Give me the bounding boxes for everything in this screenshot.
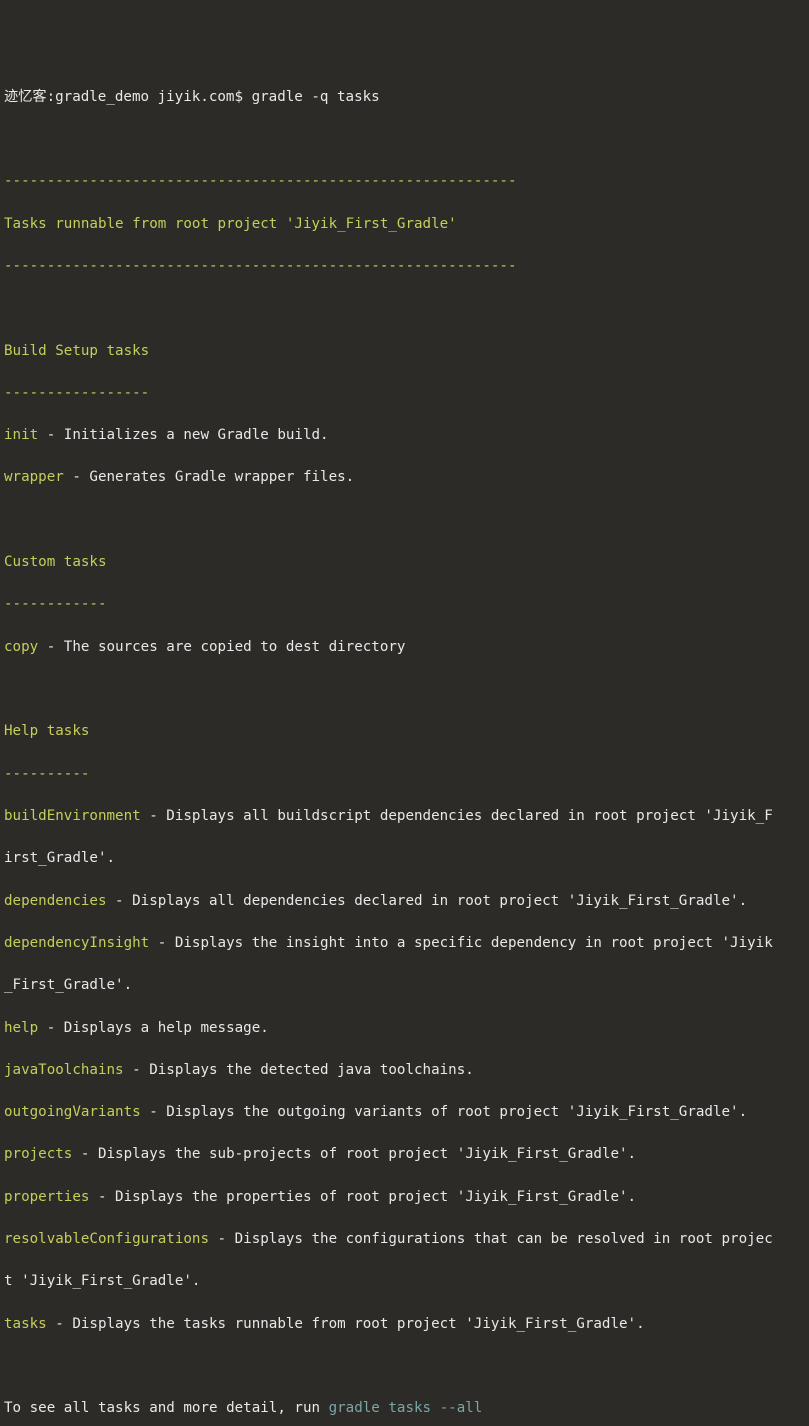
task-desc: Initializes a new Gradle build. [64,427,329,443]
blank-line [4,298,805,319]
task-name-dependencies: dependencies [4,893,107,909]
header-rule-bottom: ----------------------------------------… [4,256,805,277]
task-row: buildEnvironment - Displays all buildscr… [4,806,805,827]
task-sep: - [124,1062,150,1078]
task-sep: - [107,893,133,909]
task-row: dependencyInsight - Displays the insight… [4,933,805,954]
task-row: resolvableConfigurations - Displays the … [4,1229,805,1250]
task-row: help - Displays a help message. [4,1018,805,1039]
header-rule-top: ----------------------------------------… [4,171,805,192]
section-build-setup-rule: ----------------- [4,383,805,404]
task-sep: - [64,469,90,485]
prompt-dollar: $ [234,89,243,105]
header-title: Tasks runnable from root project 'Jiyik_… [4,214,805,235]
blank-line [4,510,805,531]
task-name-wrapper: wrapper [4,469,64,485]
task-desc: Displays the insight into a specific dep… [175,935,773,951]
task-desc: The sources are copied to dest directory [64,639,406,655]
hint-command: gradle tasks --all [329,1400,483,1416]
blank-line [4,129,805,150]
task-desc-wrap: irst_Gradle'. [4,848,805,869]
hint-line-1: To see all tasks and more detail, run gr… [4,1398,805,1419]
task-sep: - [141,1104,167,1120]
task-name-tasks: tasks [4,1316,47,1332]
section-custom-rule: ------------ [4,594,805,615]
task-desc-wrap: _First_Gradle'. [4,975,805,996]
task-sep: - [38,427,64,443]
task-name-dependencyinsight: dependencyInsight [4,935,149,951]
task-desc: Generates Gradle wrapper files. [89,469,354,485]
terminal-prompt-line[interactable]: 迹忆客:gradle_demo jiyik.com$ gradle -q tas… [4,87,805,108]
task-desc: Displays a help message. [64,1020,269,1036]
section-help-title: Help tasks [4,721,805,742]
task-sep: - [47,1316,73,1332]
task-name-projects: projects [4,1146,72,1162]
task-sep: - [89,1189,115,1205]
task-row: dependencies - Displays all dependencies… [4,891,805,912]
prompt-host: 迹忆客:gradle_demo jiyik.com [4,89,234,105]
task-name-copy: copy [4,639,38,655]
task-sep: - [141,808,167,824]
task-name-buildenvironment: buildEnvironment [4,808,141,824]
task-desc: Displays the outgoing variants of root p… [166,1104,747,1120]
task-name-init: init [4,427,38,443]
task-row: tasks - Displays the tasks runnable from… [4,1314,805,1335]
task-sep: - [72,1146,98,1162]
task-sep: - [209,1231,235,1247]
section-help-rule: ---------- [4,764,805,785]
task-row: copy - The sources are copied to dest di… [4,637,805,658]
section-custom-title: Custom tasks [4,552,805,573]
task-row: outgoingVariants - Displays the outgoing… [4,1102,805,1123]
task-desc: Displays the detected java toolchains. [149,1062,474,1078]
command-text: gradle -q tasks [252,89,380,105]
task-name-javatoolchains: javaToolchains [4,1062,124,1078]
task-row: properties - Displays the properties of … [4,1187,805,1208]
task-desc: Displays the tasks runnable from root pr… [72,1316,644,1332]
task-name-help: help [4,1020,38,1036]
task-sep: - [38,1020,64,1036]
task-sep: - [38,639,64,655]
task-row: wrapper - Generates Gradle wrapper files… [4,467,805,488]
task-desc: Displays the sub-projects of root projec… [98,1146,636,1162]
task-name-outgoingvariants: outgoingVariants [4,1104,141,1120]
task-desc: Displays the properties of root project … [115,1189,636,1205]
task-desc: Displays the configurations that can be … [235,1231,773,1247]
blank-line [4,1356,805,1377]
task-row: javaToolchains - Displays the detected j… [4,1060,805,1081]
task-name-properties: properties [4,1189,89,1205]
blank-line [4,679,805,700]
task-row: init - Initializes a new Gradle build. [4,425,805,446]
task-desc: Displays all buildscript dependencies de… [166,808,772,824]
task-row: projects - Displays the sub-projects of … [4,1144,805,1165]
task-desc-wrap: t 'Jiyik_First_Gradle'. [4,1271,805,1292]
task-sep: - [149,935,175,951]
task-desc: Displays all dependencies declared in ro… [132,893,747,909]
section-build-setup-title: Build Setup tasks [4,341,805,362]
task-name-resolvableconfigurations: resolvableConfigurations [4,1231,209,1247]
hint-text: To see all tasks and more detail, run [4,1400,329,1416]
